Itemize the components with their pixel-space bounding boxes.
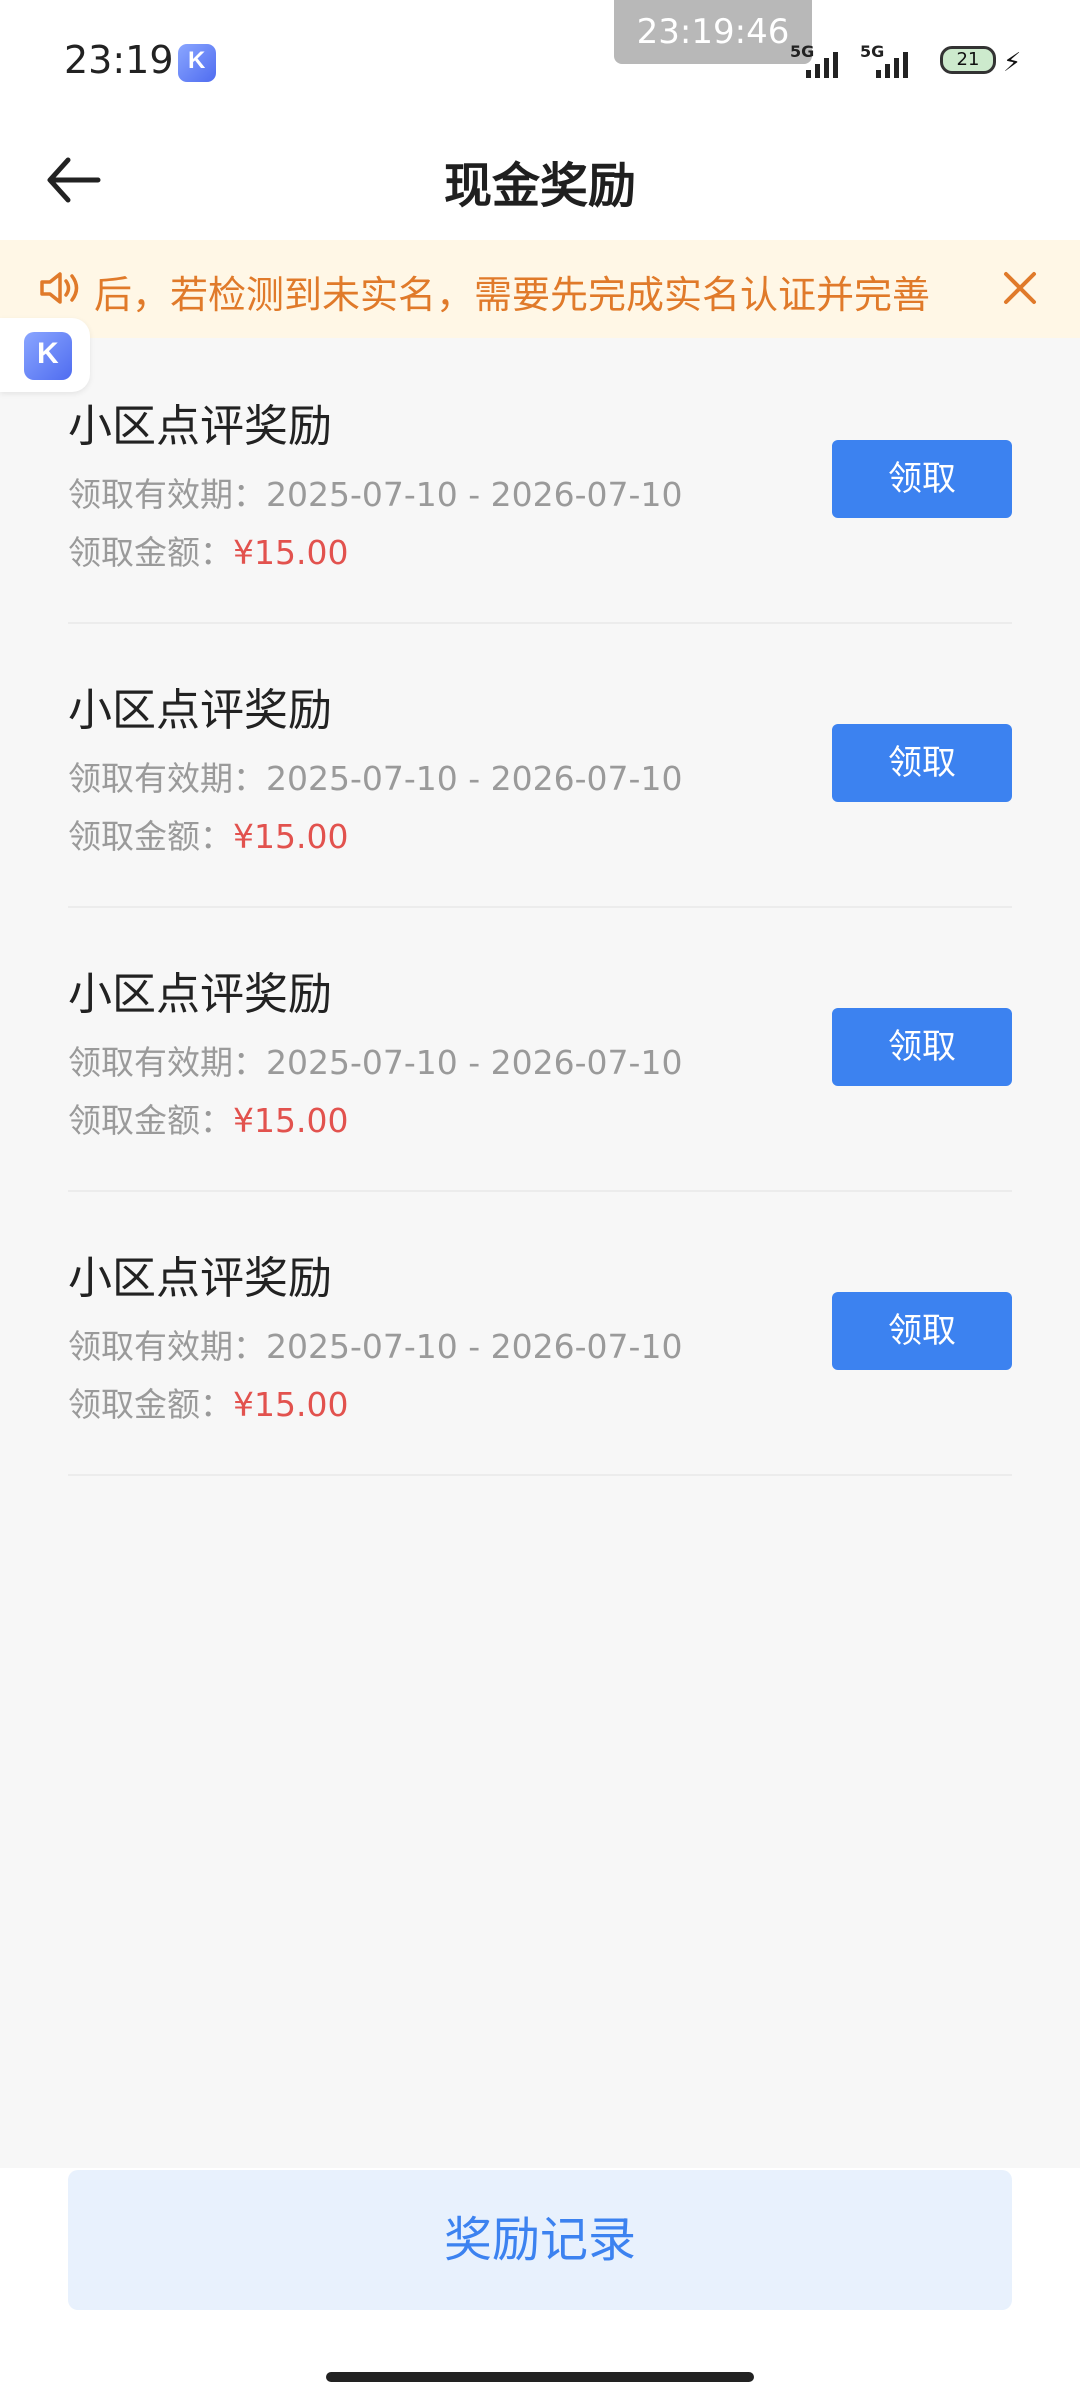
signal-icon: 5G	[790, 42, 850, 82]
clock-overlay: 23:19:46	[614, 0, 812, 64]
reward-period: 领取有效期：2025-07-10 - 2026-07-10	[68, 468, 682, 516]
app-logo-icon	[24, 332, 72, 380]
amount-label: 领取金额：	[68, 533, 233, 572]
claim-button[interactable]: 领取	[832, 724, 1012, 802]
reward-item: 小区点评奖励 领取有效期：2025-07-10 - 2026-07-10 领取金…	[68, 624, 1012, 908]
app-notification-icon	[178, 44, 216, 82]
reward-amount-row: 领取金额：¥15.00	[68, 810, 348, 858]
charging-icon: ⚡	[1003, 48, 1022, 78]
reward-amount-row: 领取金额：¥15.00	[68, 1094, 348, 1142]
reward-period: 领取有效期：2025-07-10 - 2026-07-10	[68, 1320, 682, 1368]
period-label: 领取有效期：	[68, 1327, 266, 1366]
claim-button[interactable]: 领取	[832, 1292, 1012, 1370]
claim-button[interactable]: 领取	[832, 1008, 1012, 1086]
period-value: 2025-07-10 - 2026-07-10	[266, 759, 683, 798]
status-time: 23:19	[64, 38, 174, 82]
speaker-icon	[40, 272, 79, 304]
amount-value: ¥15.00	[233, 533, 349, 572]
battery-level: 21	[956, 49, 980, 70]
amount-label: 领取金额：	[68, 1385, 233, 1424]
reward-list: 小区点评奖励 领取有效期：2025-07-10 - 2026-07-10 领取金…	[68, 340, 1012, 1476]
status-bar: 23:19 23:19:46 5G 5G 21 ⚡	[0, 0, 1080, 120]
reward-item: 小区点评奖励 领取有效期：2025-07-10 - 2026-07-10 领取金…	[68, 340, 1012, 624]
signal-icon: 5G	[860, 42, 920, 82]
claim-button[interactable]: 领取	[832, 440, 1012, 518]
reward-item: 小区点评奖励 领取有效期：2025-07-10 - 2026-07-10 领取金…	[68, 1192, 1012, 1476]
close-icon[interactable]	[998, 266, 1042, 310]
amount-label: 领取金额：	[68, 1101, 233, 1140]
period-value: 2025-07-10 - 2026-07-10	[266, 1327, 683, 1366]
reward-title: 小区点评奖励	[68, 401, 332, 452]
amount-value: ¥15.00	[233, 1101, 349, 1140]
reward-item: 小区点评奖励 领取有效期：2025-07-10 - 2026-07-10 领取金…	[68, 908, 1012, 1192]
period-label: 领取有效期：	[68, 759, 266, 798]
reward-period: 领取有效期：2025-07-10 - 2026-07-10	[68, 1036, 682, 1084]
notice-banner: 后，若检测到未实名，需要先完成实名认证并完善	[0, 240, 1080, 338]
reward-title: 小区点评奖励	[68, 685, 332, 736]
reward-title: 小区点评奖励	[68, 969, 332, 1020]
period-label: 领取有效期：	[68, 475, 266, 514]
amount-value: ¥15.00	[233, 817, 349, 856]
amount-label: 领取金额：	[68, 817, 233, 856]
reward-title: 小区点评奖励	[68, 1253, 332, 1304]
top-app-bar: 现金奖励	[0, 120, 1080, 240]
period-value: 2025-07-10 - 2026-07-10	[266, 475, 683, 514]
reward-records-button[interactable]: 奖励记录	[68, 2170, 1012, 2310]
battery-icon: 21	[940, 46, 996, 74]
amount-value: ¥15.00	[233, 1385, 349, 1424]
notice-text: 后，若检测到未实名，需要先完成实名认证并完善	[94, 273, 931, 317]
page-title: 现金奖励	[443, 158, 636, 214]
reward-period: 领取有效期：2025-07-10 - 2026-07-10	[68, 752, 682, 800]
reward-amount-row: 领取金额：¥15.00	[68, 526, 348, 574]
reward-amount-row: 领取金额：¥15.00	[68, 1378, 348, 1426]
period-label: 领取有效期：	[68, 1043, 266, 1082]
period-value: 2025-07-10 - 2026-07-10	[266, 1043, 683, 1082]
home-indicator[interactable]	[326, 2372, 754, 2382]
